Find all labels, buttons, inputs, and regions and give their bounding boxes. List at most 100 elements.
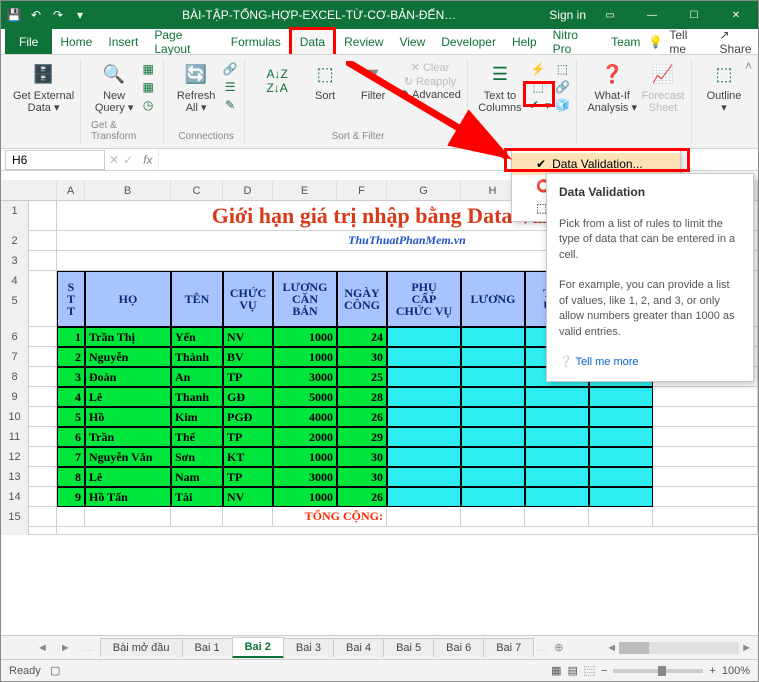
view-break-icon[interactable]: ⿳ [584,663,595,679]
sheet-tab-4[interactable]: Bai 4 [333,638,384,657]
sheet-tab-7[interactable]: Bai 7 [483,638,534,657]
tab-formulas[interactable]: Formulas [223,29,289,54]
row-header[interactable]: 3 [1,251,29,271]
tooltip-title: Data Validation [559,185,645,199]
sheet-tab-5[interactable]: Bai 5 [383,638,434,657]
remove-dup[interactable]: ⬚ [526,80,551,96]
row-header[interactable]: 8 [1,367,29,387]
properties-btn: ☰ [222,80,238,96]
tooltip-data-validation: Data Validation Pick from a list of rule… [546,173,754,382]
row-header[interactable]: 15 [1,507,29,527]
row-header[interactable]: 11 [1,427,29,447]
show-queries[interactable]: ▦ [140,62,156,78]
minimize-icon[interactable]: — [634,1,670,29]
get-external-data-button[interactable]: 🗄️Get External Data ▾ [13,61,74,114]
sheet-tab-2[interactable]: Bai 2 [232,637,284,658]
relationships: 🔗 [554,80,570,96]
undo-icon[interactable]: ↶ [27,6,45,24]
redo-icon[interactable]: ↷ [49,6,67,24]
sort-az-button[interactable]: A↓ZZ↓A [255,68,299,96]
recent-sources[interactable]: ◷ [140,98,156,114]
from-table[interactable]: ▦ [140,80,156,96]
data-validation-button[interactable]: ✔▾ [526,98,551,114]
filter-button[interactable]: ▼Filter [351,61,395,102]
row-header[interactable]: 6 [1,327,29,347]
hscroll-right[interactable]: ► [741,642,752,654]
group-sortfilter-label: Sort & Filter [332,131,385,142]
title-bar: 💾 ↶ ↷ ▾ BÀI-TẬP-TỔNG-HỢP-EXCEL-TỪ-CƠ-BẢN… [1,1,758,29]
tab-view[interactable]: View [391,29,433,54]
tab-home[interactable]: Home [52,29,100,54]
tab-review[interactable]: Review [336,29,391,54]
tab-data[interactable]: Data [289,27,336,54]
ribbon-options-icon[interactable]: ▭ [592,1,628,29]
row-header[interactable]: 1 [1,201,29,231]
collapse-ribbon-icon[interactable]: ˄ [745,59,752,73]
new-sheet-button[interactable]: ⊕ [548,641,569,654]
sheet-tab-0[interactable]: Bài mở đầu [100,638,183,657]
connections-btn: 🔗 [222,62,238,78]
tab-file[interactable]: File [5,29,52,54]
new-query-button[interactable]: 🔍New Query ▾ [92,61,136,114]
text-to-columns-button[interactable]: ☰Text to Columns [478,61,522,114]
tab-insert[interactable]: Insert [100,29,146,54]
status-bar: Ready ▢ ▦ ▤ ⿳ − + 100% [1,659,758,681]
row-header[interactable]: 10 [1,407,29,427]
sort-button[interactable]: ⬚Sort [303,61,347,102]
name-box[interactable]: H6 [5,150,105,170]
row-header[interactable]: 45 [1,271,29,327]
row-header[interactable]: 2 [1,231,29,251]
tellme-link[interactable]: Tell me [669,28,701,56]
fx-icon[interactable]: fx [137,153,158,167]
row-header[interactable]: 13 [1,467,29,487]
maximize-icon[interactable]: ☐ [676,1,712,29]
whatif-button[interactable]: ❓What-If Analysis ▾ [587,61,637,114]
flash-fill[interactable]: ⚡ [526,62,551,78]
row-header[interactable]: 9 [1,387,29,407]
signin-link[interactable]: Sign in [549,8,586,22]
save-icon[interactable]: 💾 [5,6,23,24]
row-header[interactable] [1,527,29,535]
reapply-filter: ↻ Reapply [399,76,461,88]
edit-links-btn: ✎ [222,98,238,114]
tellme-icon: 💡 [648,35,663,49]
outline-button[interactable]: ⬚Outline ▾ [702,61,746,114]
view-page-icon[interactable]: ▤ [568,664,578,677]
share-button[interactable]: ↗ Share [720,28,758,56]
fx-cancel-icon: ✕ [109,153,119,167]
row-header[interactable]: 12 [1,447,29,467]
sheet-tab-6[interactable]: Bai 6 [433,638,484,657]
tab-nitro[interactable]: Nitro Pro [545,29,603,54]
tab-help[interactable]: Help [504,29,545,54]
row-header[interactable]: 14 [1,487,29,507]
sheet-tab-3[interactable]: Bai 3 [283,638,334,657]
tab-developer[interactable]: Developer [433,29,504,54]
group-connections-label: Connections [178,131,234,142]
forecast-button: 📈Forecast Sheet [641,61,685,114]
tab-nav-prev[interactable]: ◄ [31,642,54,654]
tab-team[interactable]: Team [603,29,648,54]
qat-more-icon[interactable]: ▾ [71,6,89,24]
zoom-slider[interactable] [613,669,703,673]
view-normal-icon[interactable]: ▦ [551,664,561,677]
tab-nav-next[interactable]: ► [54,642,77,654]
tooltip-link[interactable]: ❔ Tell me more [559,356,639,368]
consolidate: ⬚ [554,62,570,78]
tab-page-layout[interactable]: Page Layout [146,29,222,54]
sheet-tab-1[interactable]: Bai 1 [182,638,233,657]
manage-model[interactable]: 🧊 [554,98,570,114]
advanced-filter[interactable]: ⚙ Advanced [399,89,461,101]
fx-enter-icon: ✓ [123,153,133,167]
clear-filter: ✕ Clear [399,62,461,74]
tooltip-body2: For example, you can provide a list of v… [559,279,735,337]
refresh-all-button[interactable]: 🔄Refresh All ▾ [174,61,218,114]
close-icon[interactable]: ✕ [718,1,754,29]
menu-item-data-validation[interactable]: ✔ Data Validation... [512,153,680,175]
zoom-out[interactable]: − [601,665,607,677]
row-header[interactable]: 7 [1,347,29,367]
macro-icon[interactable]: ▢ [50,665,60,677]
ribbon-tabs: File Home Insert Page Layout Formulas Da… [1,29,758,55]
zoom-in[interactable]: + [709,665,715,677]
zoom-level[interactable]: 100% [722,665,750,677]
hscroll-left[interactable]: ◄ [606,642,617,654]
